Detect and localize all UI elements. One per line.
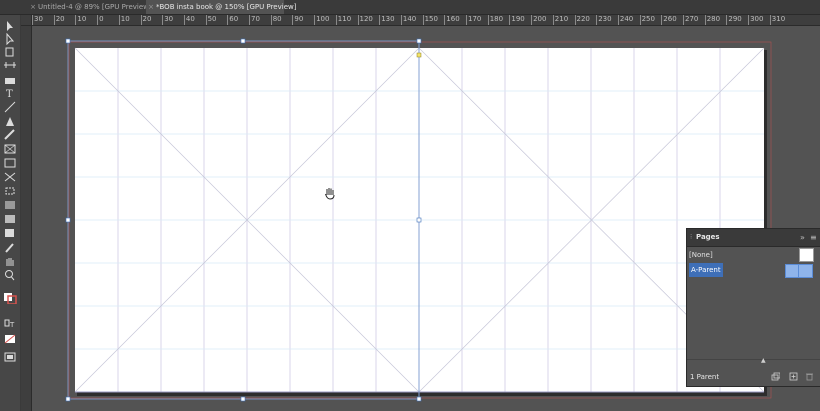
resize-handle[interactable] [65, 217, 71, 223]
panel-menu-icon[interactable]: ≡ [810, 229, 817, 246]
pages-panel-header[interactable]: ⁝ Pages » ≡ [687, 229, 820, 247]
resize-handle[interactable] [416, 396, 422, 402]
pages-panel: ⁝ Pages » ≡ [None] A-Parent ▲ 1 Parent [686, 228, 820, 387]
none-page-thumbnail[interactable] [799, 248, 814, 262]
a-parent-spread-thumbnail[interactable] [785, 264, 813, 278]
resize-handle[interactable] [240, 38, 246, 44]
page-count-label: 1 Parent [690, 373, 720, 381]
new-page-icon[interactable] [789, 372, 798, 381]
delete-page-icon[interactable] [805, 372, 814, 381]
resize-handle[interactable] [416, 38, 422, 44]
resize-divider-icon[interactable]: ▲ [761, 357, 766, 364]
resize-handle[interactable] [416, 217, 422, 223]
resize-handle[interactable] [240, 396, 246, 402]
ruler-origin[interactable] [21, 15, 32, 26]
resize-handle[interactable] [65, 396, 71, 402]
pages-panel-title[interactable]: Pages [696, 229, 720, 246]
left-page-thumbnail[interactable] [786, 265, 799, 277]
pages-panel-footer: 1 Parent [687, 369, 820, 385]
resize-handle[interactable] [65, 38, 71, 44]
a-parent-label: A-Parent [689, 263, 723, 277]
panel-grip-icon[interactable]: ⁝ [690, 233, 692, 241]
parent-none-label: [None] [689, 251, 713, 259]
collapse-panel-icon[interactable]: » [800, 229, 805, 246]
frame-anchor-point[interactable] [416, 52, 422, 58]
edit-page-size-icon[interactable] [771, 372, 780, 381]
panel-divider[interactable] [687, 359, 820, 360]
